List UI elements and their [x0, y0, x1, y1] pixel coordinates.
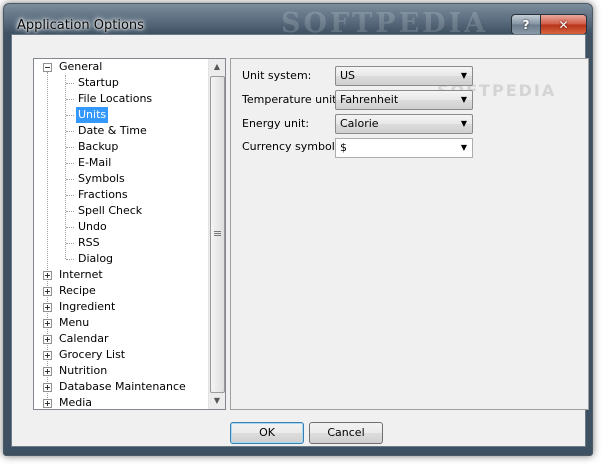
scroll-thumb[interactable] [210, 76, 225, 393]
minus-box-icon[interactable] [43, 63, 52, 72]
expander-bar [47, 401, 48, 406]
plus-box-icon[interactable] [43, 351, 52, 360]
cancel-button[interactable]: Cancel [309, 422, 383, 444]
expander-bar [47, 337, 48, 342]
tree-connector [66, 163, 74, 164]
scroll-up-icon[interactable]: ▲ [209, 59, 225, 75]
close-icon: ✕ [558, 17, 569, 32]
window-title: Application Options [17, 18, 144, 33]
plus-box-icon[interactable] [43, 399, 52, 408]
tree-connector [66, 99, 74, 100]
chevron-down-icon[interactable]: ▼ [461, 139, 467, 157]
temperature-unit-dropdown[interactable]: Fahrenheit ▼ [335, 90, 473, 110]
help-icon: ? [522, 17, 530, 32]
tree-item[interactable]: Internet [57, 267, 105, 283]
tree-connector [65, 75, 66, 259]
plus-box-icon[interactable] [43, 271, 52, 280]
tree-item[interactable]: Units [76, 107, 109, 123]
tree-item[interactable]: Calendar [57, 331, 110, 347]
energy-unit-dropdown[interactable]: Calorie ▼ [335, 114, 473, 134]
help-button[interactable]: ? [511, 14, 541, 35]
plus-box-icon[interactable] [43, 287, 52, 296]
tree-connector [66, 131, 74, 132]
tree-connector [66, 179, 74, 180]
tree-connector [66, 195, 74, 196]
expander-bar [47, 321, 48, 326]
plus-box-icon[interactable] [43, 383, 52, 392]
tree-connector [66, 259, 74, 260]
tree-item[interactable]: E-Mail [76, 155, 113, 171]
units-settings-panel: SOFTPEDIA Unit system: US ▼ Temperature … [230, 58, 589, 410]
temperature-unit-label: Temperature unit: [242, 93, 341, 106]
currency-symbol-value: $ [340, 141, 347, 154]
plus-box-icon[interactable] [43, 335, 52, 344]
tree-scrollbar[interactable]: ▲ ▼ [208, 59, 225, 409]
scroll-grip [214, 231, 221, 232]
tree-item[interactable]: Symbols [76, 171, 127, 187]
tree-connector [66, 83, 74, 84]
close-button[interactable]: ✕ [540, 14, 587, 35]
tree-item[interactable]: Dialog [76, 251, 115, 267]
expander-bar [47, 369, 48, 374]
energy-unit-label: Energy unit: [242, 117, 310, 130]
temperature-unit-value: Fahrenheit [340, 93, 399, 106]
chevron-down-icon: ▼ [460, 95, 467, 104]
plus-box-icon[interactable] [43, 367, 52, 376]
tree-item[interactable]: Spell Check [76, 203, 144, 219]
expander-bar [47, 385, 48, 390]
tree-item[interactable]: Startup [76, 75, 121, 91]
tree-connector [66, 115, 74, 116]
tree-item[interactable]: File Locations [76, 91, 154, 107]
tree-item[interactable]: Menu [57, 315, 91, 331]
tree-item[interactable]: Date & Time [76, 123, 149, 139]
tree-item[interactable]: Media [57, 395, 94, 409]
tree-item[interactable]: Undo [76, 219, 109, 235]
tree-connector [66, 227, 74, 228]
expander-bar [45, 67, 50, 68]
tree-connector [66, 147, 74, 148]
unit-system-dropdown[interactable]: US ▼ [335, 66, 473, 86]
scroll-grip [214, 233, 221, 234]
tree-item[interactable]: Nutrition [57, 363, 109, 379]
tree-connector [66, 211, 74, 212]
tree-item[interactable]: General [57, 59, 104, 75]
ok-button[interactable]: OK [230, 422, 304, 444]
expander-bar [47, 273, 48, 278]
plus-box-icon[interactable] [43, 303, 52, 312]
dialog-body: General Startup File Locations Units Date & … [11, 34, 589, 447]
currency-symbol-combobox[interactable]: $ ▼ [335, 138, 473, 158]
tree-connector [66, 243, 74, 244]
tree-item[interactable]: Fractions [76, 187, 130, 203]
options-tree[interactable]: General Startup File Locations Units Date & … [33, 58, 226, 410]
chevron-down-icon: ▼ [460, 119, 467, 128]
chevron-down-icon: ▼ [460, 71, 467, 80]
scroll-grip [214, 235, 221, 236]
tree-item[interactable]: Grocery List [57, 347, 127, 363]
unit-system-label: Unit system: [242, 69, 312, 82]
currency-symbol-label: Currency symbol: [242, 140, 339, 153]
tree-item[interactable]: RSS [76, 235, 102, 251]
energy-unit-value: Calorie [340, 117, 379, 130]
tree-item[interactable]: Ingredient [57, 299, 117, 315]
tree-item[interactable]: Recipe [57, 283, 98, 299]
expander-bar [47, 353, 48, 358]
tree-item[interactable]: Backup [76, 139, 120, 155]
unit-system-value: US [340, 69, 356, 82]
expander-bar [47, 289, 48, 294]
tree-item[interactable]: Database Maintenance [57, 379, 188, 395]
application-options-window: SOFTPEDIA Application Options ? ✕ Genera… [3, 3, 593, 456]
scroll-down-icon[interactable]: ▼ [209, 393, 225, 409]
plus-box-icon[interactable] [43, 319, 52, 328]
expander-bar [47, 305, 48, 310]
